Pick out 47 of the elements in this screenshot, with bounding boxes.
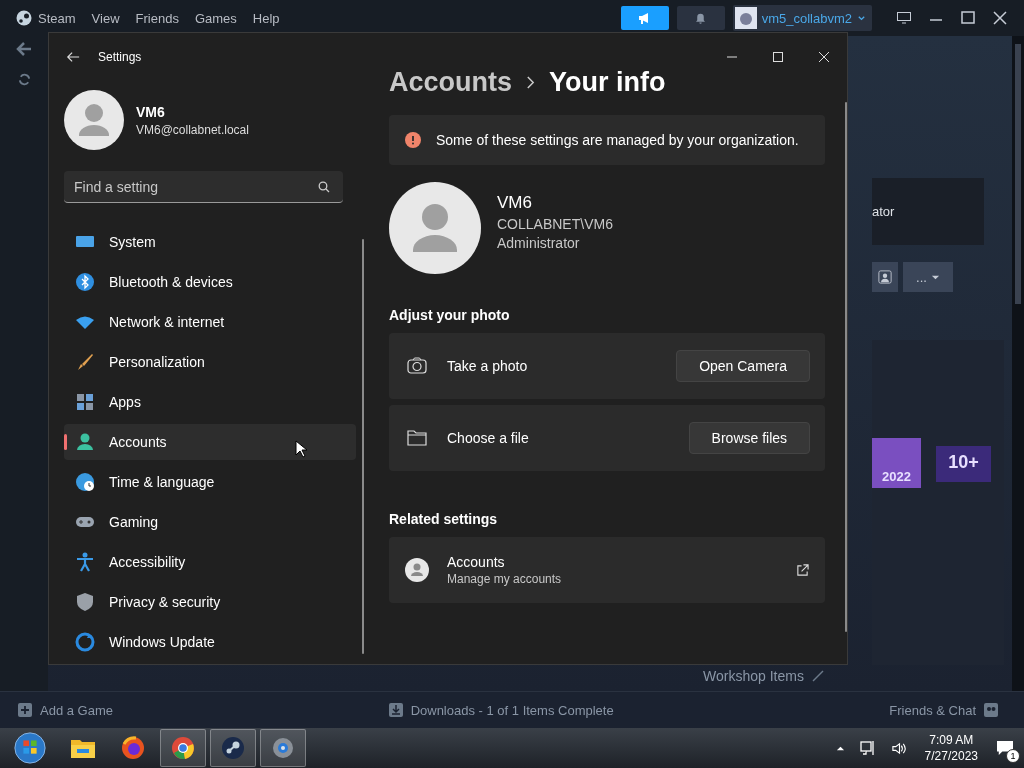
- menu-item[interactable]: Steam: [38, 10, 76, 26]
- link-title: Accounts: [447, 554, 506, 570]
- menu-item[interactable]: Games: [194, 10, 237, 26]
- breadcrumb-link[interactable]: Accounts: [389, 66, 513, 98]
- nav-item[interactable]: Windows Update: [64, 624, 356, 660]
- menu-item[interactable]: View: [91, 10, 120, 26]
- nav-item[interactable]: Accessibility: [64, 544, 356, 580]
- account-role: Administrator: [497, 235, 581, 251]
- nav-item[interactable]: Gaming: [64, 504, 356, 540]
- friends-chat-button[interactable]: Friends & Chat: [889, 702, 998, 718]
- section-heading: Related settings: [389, 511, 499, 527]
- action-center-button[interactable]: 1: [990, 733, 1020, 763]
- nav-item[interactable]: System: [64, 224, 356, 260]
- window-title: Settings: [98, 50, 142, 64]
- notification-count: 1: [1006, 749, 1020, 763]
- nav-item[interactable]: Privacy & security: [64, 584, 356, 620]
- nav-item[interactable]: Apps: [64, 384, 356, 420]
- menu-item[interactable]: Friends: [135, 10, 179, 26]
- user-name: VM6: [136, 103, 166, 120]
- nav-item[interactable]: Bluetooth & devices: [64, 264, 356, 300]
- menu-item[interactable]: Help: [252, 10, 280, 26]
- nav-item[interactable]: Network & internet: [64, 304, 356, 340]
- downloads-status[interactable]: Downloads - 1 of 1 Items Complete: [388, 702, 614, 718]
- page-title: Your info: [549, 66, 666, 98]
- account-menu-button[interactable]: vm5_collabvm2: [732, 5, 872, 31]
- nav-item[interactable]: Time & language: [64, 464, 356, 500]
- setting-label: Choose a file: [447, 430, 529, 446]
- section-heading: Adjust your photo: [389, 307, 511, 323]
- action-button[interactable]: Browse files: [688, 422, 811, 454]
- profile-text: ator: [872, 204, 895, 219]
- search-field[interactable]: Find a setting: [64, 171, 343, 203]
- badge[interactable]: 2022: [872, 438, 921, 488]
- nav-item[interactable]: Accounts: [64, 424, 356, 460]
- profile-name: VM6: [497, 193, 533, 213]
- setting-label: Take a photo: [447, 358, 528, 374]
- clock[interactable]: 7:09 AM 7/27/2023: [924, 732, 978, 764]
- nav-item[interactable]: Personalization: [64, 344, 356, 380]
- account-name: COLLABNET\VM6: [497, 216, 613, 232]
- more-dropdown-button[interactable]: ...: [903, 262, 953, 292]
- add-game-button[interactable]: Add a Game: [18, 702, 113, 718]
- action-button[interactable]: Open Camera: [676, 350, 811, 382]
- related-link-card[interactable]: Accounts Manage my accounts: [389, 537, 826, 603]
- link-subtitle: Manage my accounts: [447, 572, 562, 586]
- user-email: VM6@collabnet.local: [136, 122, 249, 137]
- banner-text: Some of these settings are managed by your organization.: [436, 132, 799, 148]
- workshop-items-label[interactable]: Workshop Items: [703, 668, 804, 684]
- badge[interactable]: 10+: [936, 446, 991, 482]
